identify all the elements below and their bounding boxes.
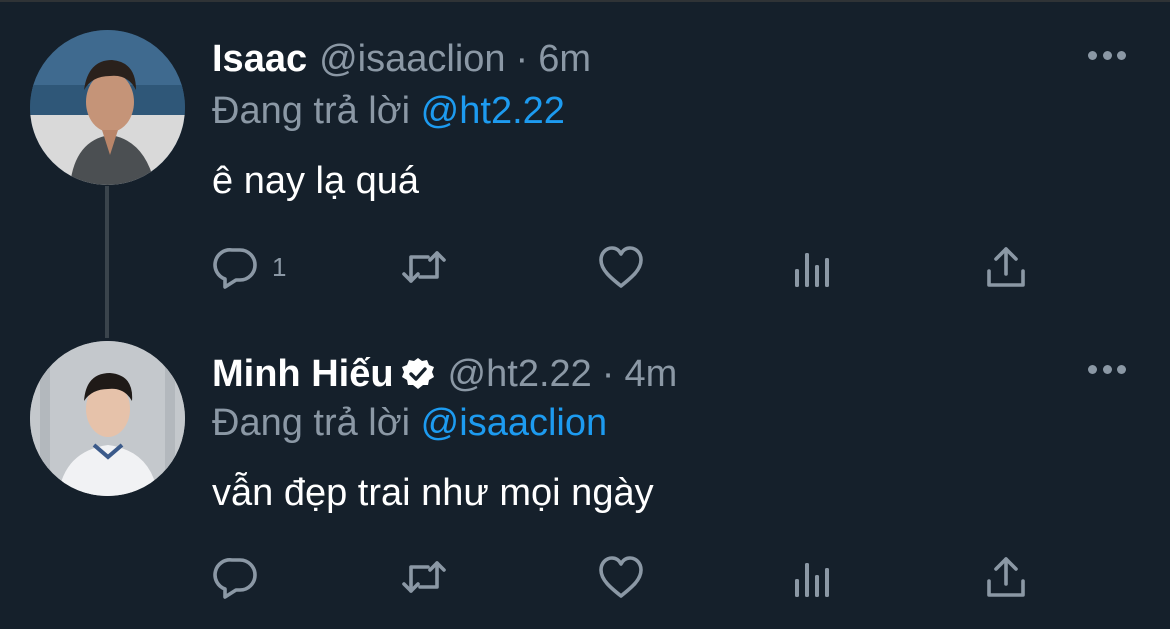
tweet-text: ê nay lạ quá [212,160,420,202]
analytics-icon [795,253,829,287]
mention-link[interactable]: @ht2.22 [421,90,565,132]
reply-count: 1 [272,251,287,282]
reply-icon [213,558,257,599]
timestamp[interactable]: 6m [538,38,591,81]
more-icon[interactable] [1088,362,1126,376]
replying-to: Đang trả lời @ht2.22 [212,90,565,133]
user-handle[interactable]: @ht2.22 [448,353,592,396]
display-name[interactable]: Minh Hiếu [212,353,394,396]
share-button[interactable] [982,242,1030,292]
retweet-button[interactable] [400,242,448,292]
verified-badge-icon [400,356,436,392]
avatar[interactable] [30,341,185,496]
avatar[interactable] [30,30,185,185]
reply-icon [213,248,257,289]
replying-label: Đang trả lời [212,90,411,132]
like-icon [599,556,643,598]
separator-dot: · [515,38,529,80]
display-name[interactable]: Isaac [212,38,307,81]
user-handle[interactable]: @isaaclion [319,38,505,81]
tweet-actions [212,552,1042,602]
like-button[interactable] [597,242,645,292]
separator-dot: · [601,353,615,395]
tweet-text: vẫn đẹp trai như mọi ngày [212,472,654,514]
tweet-minh-hieu[interactable]: Minh Hiếu @ht2.22 · 4m Đang trả lời @isa… [0,316,1170,629]
share-icon [987,557,1025,597]
tweet-isaac[interactable]: Isaac @isaaclion · 6m Đang trả lời @ht2.… [0,0,1170,316]
tweet-header: Isaac @isaaclion · 6m [212,38,591,81]
retweet-button[interactable] [400,552,448,602]
replying-to: Đang trả lời @isaaclion [212,402,607,445]
timestamp[interactable]: 4m [624,353,677,396]
tweet-header: Minh Hiếu @ht2.22 · 4m [212,350,677,396]
share-icon [987,247,1025,287]
analytics-button[interactable] [790,242,838,292]
analytics-icon [795,563,829,597]
replying-label: Đang trả lời [212,402,411,444]
mention-link[interactable]: @isaaclion [421,402,607,444]
share-button[interactable] [982,552,1030,602]
like-button[interactable] [597,552,645,602]
reply-button[interactable] [212,552,272,602]
more-icon[interactable] [1088,48,1126,62]
reply-button[interactable]: 1 [212,242,286,292]
retweet-icon [402,251,446,283]
retweet-icon [402,561,446,593]
analytics-button[interactable] [790,552,838,602]
tweet-actions: 1 [212,242,1042,292]
like-icon [599,246,643,288]
